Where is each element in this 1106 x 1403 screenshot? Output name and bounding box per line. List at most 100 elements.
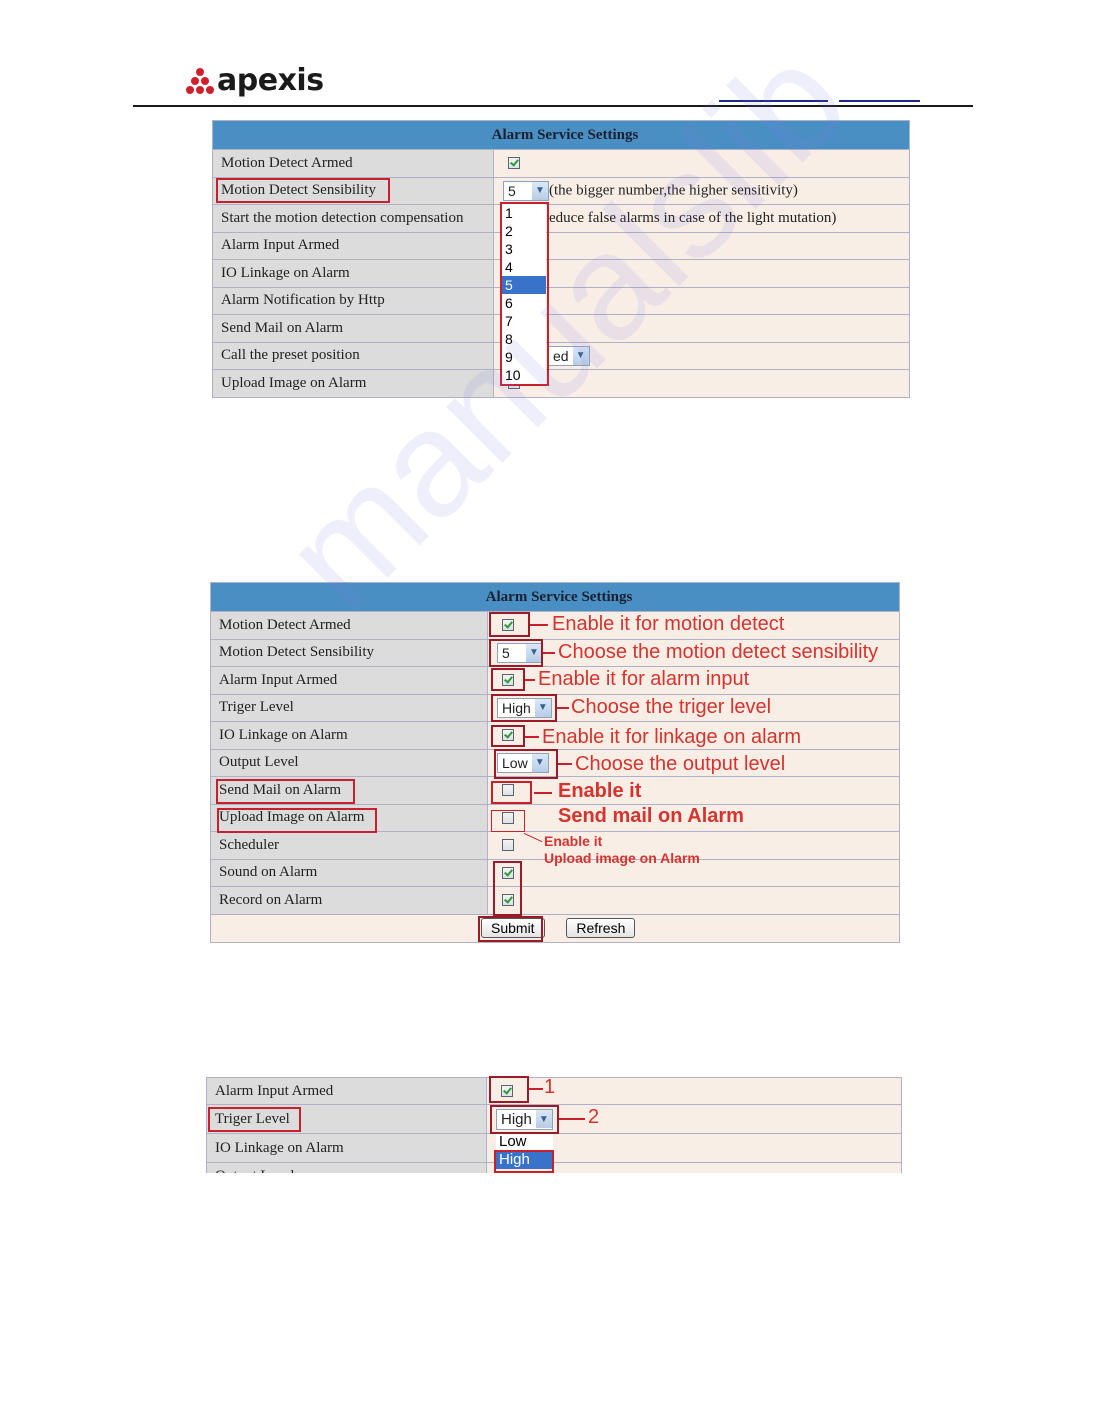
preset-position-select[interactable]: ed ▼ xyxy=(548,345,590,366)
chevron-down-icon: ▼ xyxy=(572,346,589,365)
chevron-down-icon: ▼ xyxy=(532,181,548,200)
apexis-logo: apexis xyxy=(185,66,324,96)
dropdown-option[interactable]: 4 xyxy=(502,258,546,276)
table-row: Output Level Low ▼ xyxy=(210,748,900,777)
row-label: Alarm Input Armed xyxy=(206,1077,487,1105)
header-divider xyxy=(133,105,973,107)
io-linkage-checkbox[interactable] xyxy=(502,729,514,742)
table-row: Alarm Input Armed xyxy=(212,231,910,260)
table-row: Triger Level High ▼ xyxy=(210,693,900,722)
annotation-upload-1: Enable it xyxy=(544,833,603,849)
row-label: Triger Level xyxy=(206,1104,487,1134)
refresh-button[interactable]: Refresh xyxy=(566,918,636,938)
alarm-input-armed-checkbox[interactable] xyxy=(501,1085,513,1098)
annotation-line xyxy=(530,624,548,626)
alarm-input-armed-checkbox[interactable] xyxy=(502,674,514,687)
dropdown-option[interactable]: 1 xyxy=(502,204,546,222)
dropdown-option-selected[interactable]: 5 xyxy=(502,276,546,294)
header-link-underline[interactable] xyxy=(719,100,828,102)
row-label: IO Linkage on Alarm xyxy=(210,721,488,750)
row-label: IO Linkage on Alarm xyxy=(212,259,494,288)
table-title: Alarm Service Settings xyxy=(210,582,900,612)
row-label: Motion Detect Sensibility xyxy=(212,176,494,205)
submit-button[interactable]: Submit xyxy=(481,918,545,938)
row-label: Call the preset position xyxy=(212,341,494,370)
row-label: Send Mail on Alarm xyxy=(210,776,488,805)
annotation-line xyxy=(534,792,552,794)
row-label: Output Level xyxy=(210,748,488,777)
row-label: Output Level xyxy=(206,1162,487,1173)
table-row: Send Mail on Alarm xyxy=(210,776,900,805)
motion-detect-armed-checkbox[interactable] xyxy=(508,157,520,170)
table-row: Upload Image on Alarm xyxy=(210,803,900,832)
apexis-dots-logo-icon xyxy=(185,67,215,95)
motion-detect-armed-checkbox[interactable] xyxy=(502,619,514,632)
annotation-output-level: Choose the output level xyxy=(575,753,786,775)
annotation-line xyxy=(525,736,539,738)
record-on-alarm-checkbox[interactable] xyxy=(502,894,514,907)
row-label: IO Linkage on Alarm xyxy=(206,1133,487,1163)
table-row: IO Linkage on Alarm xyxy=(206,1133,902,1163)
row-label: Upload Image on Alarm xyxy=(212,369,494,398)
sensibility-select[interactable]: 5 ▼ xyxy=(497,642,543,663)
annotation-motion-detect: Enable it for motion detect xyxy=(552,613,785,635)
chevron-down-icon: ▼ xyxy=(535,1110,552,1128)
annotation-send-mail-2: Send mail on Alarm xyxy=(558,805,744,827)
dropdown-option[interactable]: 8 xyxy=(502,330,546,348)
annotation-line xyxy=(557,707,569,709)
compensation-note: educe false alarms in case of the light … xyxy=(549,209,837,226)
header-link-underline[interactable] xyxy=(839,100,920,102)
annotation-linkage: Enable it for linkage on alarm xyxy=(542,726,802,748)
dropdown-option[interactable]: 6 xyxy=(502,294,546,312)
dropdown-option[interactable]: 3 xyxy=(502,240,546,258)
dropdown-option[interactable]: Low xyxy=(496,1133,553,1151)
row-label: Sound on Alarm xyxy=(210,858,488,887)
row-label: Alarm Input Armed xyxy=(212,231,494,260)
alarm-settings-table-2: Alarm Service Settings Motion Detect Arm… xyxy=(210,582,900,943)
annotation-line xyxy=(543,652,555,654)
send-mail-checkbox[interactable] xyxy=(502,784,514,797)
row-label: Motion Detect Sensibility xyxy=(210,638,488,667)
chevron-down-icon: ▼ xyxy=(526,643,542,662)
annotation-send-mail-1: Enable it xyxy=(558,780,642,802)
dropdown-option[interactable]: 10 xyxy=(502,366,546,384)
row-label: Send Mail on Alarm xyxy=(212,314,494,343)
output-level-select[interactable]: Low ▼ xyxy=(497,752,549,773)
table-row: Start the motion detection compensation … xyxy=(212,204,910,233)
sensibility-note: (the bigger number,the higher sensitivit… xyxy=(549,182,798,199)
triger-level-select[interactable]: High ▼ xyxy=(496,1108,553,1130)
dropdown-option[interactable]: 7 xyxy=(502,312,546,330)
annotation-line xyxy=(558,763,572,765)
row-label: Motion Detect Armed xyxy=(210,611,488,640)
alarm-settings-table-1: Alarm Service Settings Motion Detect Arm… xyxy=(212,120,910,398)
brand-name: apexis xyxy=(217,63,324,98)
table-row: Motion Detect Sensibility 5 ▼ (the bigger … xyxy=(212,176,910,205)
table-row: Send Mail on Alarm xyxy=(212,314,910,343)
chevron-down-icon: ▼ xyxy=(534,698,551,717)
annotation-alarm-input: Enable it for alarm input xyxy=(538,668,750,690)
table-row: IO Linkage on Alarm xyxy=(212,259,910,288)
annotation-line xyxy=(559,1118,585,1120)
dropdown-option-selected[interactable]: High xyxy=(496,1151,553,1169)
row-label: Start the motion detection compensation xyxy=(212,204,494,233)
row-label: Motion Detect Armed xyxy=(212,149,494,178)
table-row: Call the preset position ed ▼ xyxy=(212,341,910,370)
row-label: Upload Image on Alarm xyxy=(210,803,488,832)
dropdown-option[interactable]: 9 xyxy=(502,348,546,366)
row-label: Record on Alarm xyxy=(210,886,488,915)
row-label: Alarm Input Armed xyxy=(210,666,488,695)
table-row: Record on Alarm xyxy=(210,886,900,915)
annotation-step-2: 2 xyxy=(588,1106,600,1128)
sound-on-alarm-checkbox[interactable] xyxy=(502,866,514,879)
triger-level-select[interactable]: High ▼ xyxy=(497,697,552,718)
upload-image-checkbox[interactable] xyxy=(502,811,514,824)
dropdown-option[interactable]: 2 xyxy=(502,222,546,240)
row-label: Triger Level xyxy=(210,693,488,722)
sensibility-select[interactable]: 5 ▼ xyxy=(503,180,549,201)
sensibility-dropdown-list[interactable]: 1 2 3 4 5 6 7 8 9 10 xyxy=(502,204,546,384)
annotation-step-1: 1 xyxy=(544,1076,556,1098)
annotation-line xyxy=(529,1088,543,1090)
annotation-sensibility: Choose the motion detect sensibility xyxy=(558,641,879,663)
scheduler-checkbox[interactable] xyxy=(502,839,514,852)
triger-level-dropdown-list[interactable]: Low High xyxy=(496,1133,553,1169)
